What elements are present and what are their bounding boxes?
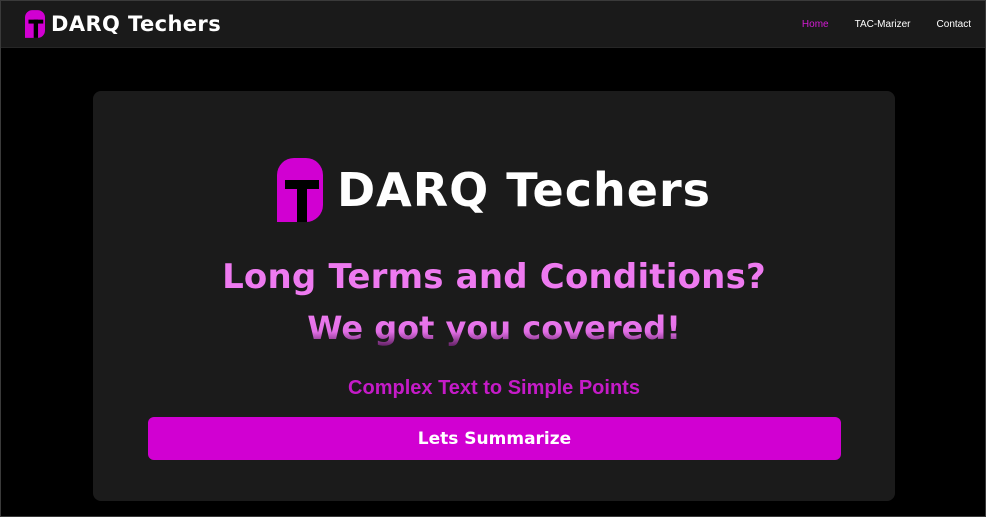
- navbar: DARQ Techers Home TAC-Marizer Contact: [1, 1, 985, 48]
- hero-headline: Long Terms and Conditions?: [222, 257, 766, 297]
- hero-headline-secondary: We got you covered!: [93, 309, 895, 347]
- nav-links: Home TAC-Marizer Contact: [776, 1, 971, 47]
- nav-link-home[interactable]: Home: [802, 19, 829, 30]
- hero-brand-text: DARQ Techers: [336, 163, 712, 217]
- navbar-brand[interactable]: DARQ Techers: [25, 9, 221, 39]
- summarize-button[interactable]: Lets Summarize: [148, 417, 841, 460]
- hero-subtitle: Complex Text to Simple Points: [348, 377, 640, 399]
- nav-link-contact[interactable]: Contact: [937, 19, 971, 30]
- navbar-brand-text: DARQ Techers: [51, 12, 222, 36]
- dt-logo-icon: [25, 10, 45, 38]
- hero-card: DARQ Techers Long Terms and Conditions? …: [93, 91, 895, 501]
- page-frame: DARQ Techers Home TAC-Marizer Contact DA…: [0, 0, 986, 517]
- nav-link-tac-marizer[interactable]: TAC-Marizer: [855, 19, 911, 30]
- dt-logo-icon: [276, 158, 323, 222]
- hero-brand: DARQ Techers: [93, 157, 895, 223]
